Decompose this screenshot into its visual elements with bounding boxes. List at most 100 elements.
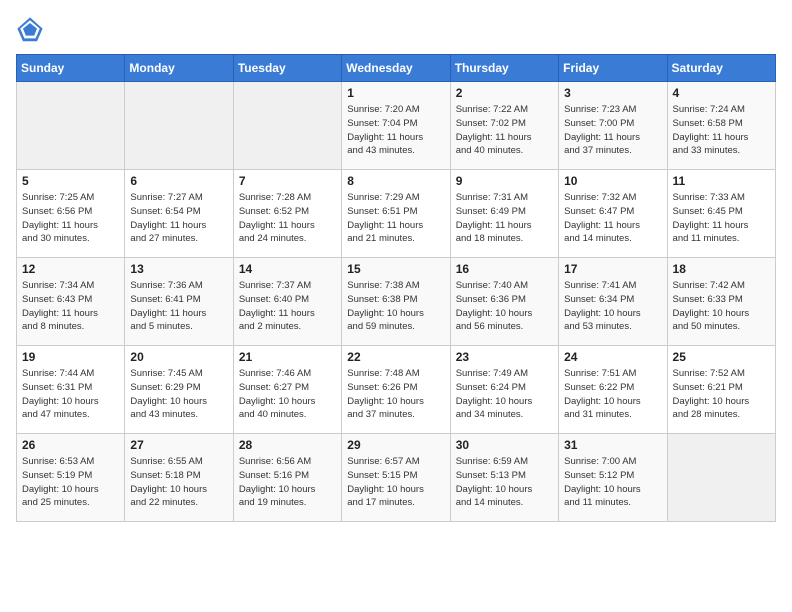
calendar-cell: [667, 434, 775, 522]
day-number: 26: [22, 438, 119, 452]
day-info: Sunrise: 7:48 AM Sunset: 6:26 PM Dayligh…: [347, 367, 444, 422]
day-number: 6: [130, 174, 227, 188]
day-number: 19: [22, 350, 119, 364]
calendar-cell: 16Sunrise: 7:40 AM Sunset: 6:36 PM Dayli…: [450, 258, 558, 346]
day-number: 2: [456, 86, 553, 100]
day-number: 3: [564, 86, 661, 100]
day-number: 29: [347, 438, 444, 452]
week-row-3: 12 Sunrise: 7:34 AM Sunset: 6:43 PM Dayli…: [17, 258, 776, 346]
day-info: Sunrise: 6:56 AM Sunset: 5:16 PM Dayligh…: [239, 455, 336, 510]
calendar-cell: [233, 82, 341, 170]
calendar-cell: 19 Sunrise: 7:44 AM Sunset: 6:31 PM Dayli…: [17, 346, 125, 434]
calendar-cell: 13 Sunrise: 7:36 AM Sunset: 6:41 PM Dayli…: [125, 258, 233, 346]
calendar-cell: 18 Sunrise: 7:42 AM Sunset: 6:33 PM Dayli…: [667, 258, 775, 346]
day-info: Sunrise: 7:38 AM Sunset: 6:38 PM Dayligh…: [347, 279, 444, 334]
day-info: Sunrise: 7:23 AM Sunset: 7:00 PM Dayligh…: [564, 103, 661, 158]
calendar-cell: [125, 82, 233, 170]
day-number: 18: [673, 262, 770, 276]
day-info: Sunrise: 6:57 AM Sunset: 5:15 PM Dayligh…: [347, 455, 444, 510]
day-info: Sunrise: 7:42 AM Sunset: 6:33 PM Dayligh…: [673, 279, 770, 334]
day-number: 30: [456, 438, 553, 452]
week-row-5: 26 Sunrise: 6:53 AM Sunset: 5:19 PM Dayli…: [17, 434, 776, 522]
calendar-cell: 11 Sunrise: 7:33 AM Sunset: 6:45 PM Dayli…: [667, 170, 775, 258]
day-number: 28: [239, 438, 336, 452]
calendar-cell: [17, 82, 125, 170]
day-number: 24: [564, 350, 661, 364]
calendar-cell: 21 Sunrise: 7:46 AM Sunset: 6:27 PM Dayli…: [233, 346, 341, 434]
day-number: 9: [456, 174, 553, 188]
calendar-cell: 15 Sunrise: 7:38 AM Sunset: 6:38 PM Dayli…: [342, 258, 450, 346]
header-row: SundayMondayTuesdayWednesdayThursdayFrid…: [17, 55, 776, 82]
calendar-cell: 31 Sunrise: 7:00 AM Sunset: 5:12 PM Dayli…: [559, 434, 667, 522]
day-info: Sunrise: 7:46 AM Sunset: 6:27 PM Dayligh…: [239, 367, 336, 422]
page-header: [16, 16, 776, 44]
day-number: 5: [22, 174, 119, 188]
day-info: Sunrise: 7:20 AM Sunset: 7:04 PM Dayligh…: [347, 103, 444, 158]
day-number: 17: [564, 262, 661, 276]
calendar-cell: 30 Sunrise: 6:59 AM Sunset: 5:13 PM Dayli…: [450, 434, 558, 522]
day-number: 4: [673, 86, 770, 100]
column-header-tuesday: Tuesday: [233, 55, 341, 82]
week-row-2: 5Sunrise: 7:25 AM Sunset: 6:56 PM Daylig…: [17, 170, 776, 258]
day-info: Sunrise: 7:22 AM Sunset: 7:02 PM Dayligh…: [456, 103, 553, 158]
calendar-cell: 3 Sunrise: 7:23 AM Sunset: 7:00 PM Daylig…: [559, 82, 667, 170]
calendar-cell: 12 Sunrise: 7:34 AM Sunset: 6:43 PM Dayli…: [17, 258, 125, 346]
day-info: Sunrise: 7:29 AM Sunset: 6:51 PM Dayligh…: [347, 191, 444, 246]
week-row-1: 1 Sunrise: 7:20 AM Sunset: 7:04 PM Daylig…: [17, 82, 776, 170]
day-number: 31: [564, 438, 661, 452]
day-info: Sunrise: 6:53 AM Sunset: 5:19 PM Dayligh…: [22, 455, 119, 510]
day-info: Sunrise: 7:41 AM Sunset: 6:34 PM Dayligh…: [564, 279, 661, 334]
calendar-cell: 20Sunrise: 7:45 AM Sunset: 6:29 PM Dayli…: [125, 346, 233, 434]
calendar-cell: 29 Sunrise: 6:57 AM Sunset: 5:15 PM Dayli…: [342, 434, 450, 522]
week-row-4: 19 Sunrise: 7:44 AM Sunset: 6:31 PM Dayli…: [17, 346, 776, 434]
day-number: 14: [239, 262, 336, 276]
day-number: 10: [564, 174, 661, 188]
day-info: Sunrise: 7:37 AM Sunset: 6:40 PM Dayligh…: [239, 279, 336, 334]
day-number: 27: [130, 438, 227, 452]
calendar-cell: 25 Sunrise: 7:52 AM Sunset: 6:21 PM Dayli…: [667, 346, 775, 434]
day-number: 11: [673, 174, 770, 188]
calendar-cell: 28 Sunrise: 6:56 AM Sunset: 5:16 PM Dayli…: [233, 434, 341, 522]
day-info: Sunrise: 7:31 AM Sunset: 6:49 PM Dayligh…: [456, 191, 553, 246]
day-info: Sunrise: 7:36 AM Sunset: 6:41 PM Dayligh…: [130, 279, 227, 334]
day-number: 16: [456, 262, 553, 276]
day-number: 1: [347, 86, 444, 100]
calendar-cell: 26 Sunrise: 6:53 AM Sunset: 5:19 PM Dayli…: [17, 434, 125, 522]
calendar-cell: 23 Sunrise: 7:49 AM Sunset: 6:24 PM Dayli…: [450, 346, 558, 434]
day-info: Sunrise: 6:55 AM Sunset: 5:18 PM Dayligh…: [130, 455, 227, 510]
calendar-cell: 22 Sunrise: 7:48 AM Sunset: 6:26 PM Dayli…: [342, 346, 450, 434]
day-info: Sunrise: 7:27 AM Sunset: 6:54 PM Dayligh…: [130, 191, 227, 246]
day-number: 13: [130, 262, 227, 276]
day-info: Sunrise: 7:28 AM Sunset: 6:52 PM Dayligh…: [239, 191, 336, 246]
day-number: 12: [22, 262, 119, 276]
day-number: 15: [347, 262, 444, 276]
calendar-table: SundayMondayTuesdayWednesdayThursdayFrid…: [16, 54, 776, 522]
column-header-thursday: Thursday: [450, 55, 558, 82]
day-number: 21: [239, 350, 336, 364]
calendar-cell: 17 Sunrise: 7:41 AM Sunset: 6:34 PM Dayli…: [559, 258, 667, 346]
day-info: Sunrise: 7:00 AM Sunset: 5:12 PM Dayligh…: [564, 455, 661, 510]
day-info: Sunrise: 7:44 AM Sunset: 6:31 PM Dayligh…: [22, 367, 119, 422]
day-info: Sunrise: 7:52 AM Sunset: 6:21 PM Dayligh…: [673, 367, 770, 422]
column-header-saturday: Saturday: [667, 55, 775, 82]
day-number: 7: [239, 174, 336, 188]
logo-icon: [16, 16, 44, 44]
calendar-cell: 7 Sunrise: 7:28 AM Sunset: 6:52 PM Daylig…: [233, 170, 341, 258]
day-info: Sunrise: 7:24 AM Sunset: 6:58 PM Dayligh…: [673, 103, 770, 158]
calendar-cell: 5Sunrise: 7:25 AM Sunset: 6:56 PM Daylig…: [17, 170, 125, 258]
day-info: Sunrise: 7:33 AM Sunset: 6:45 PM Dayligh…: [673, 191, 770, 246]
day-number: 25: [673, 350, 770, 364]
column-header-sunday: Sunday: [17, 55, 125, 82]
day-number: 22: [347, 350, 444, 364]
calendar-cell: 2 Sunrise: 7:22 AM Sunset: 7:02 PM Daylig…: [450, 82, 558, 170]
day-number: 20: [130, 350, 227, 364]
calendar-cell: 24 Sunrise: 7:51 AM Sunset: 6:22 PM Dayli…: [559, 346, 667, 434]
day-info: Sunrise: 7:34 AM Sunset: 6:43 PM Dayligh…: [22, 279, 119, 334]
day-info: Sunrise: 7:51 AM Sunset: 6:22 PM Dayligh…: [564, 367, 661, 422]
day-number: 8: [347, 174, 444, 188]
day-number: 23: [456, 350, 553, 364]
day-info: Sunrise: 6:59 AM Sunset: 5:13 PM Dayligh…: [456, 455, 553, 510]
day-info: Sunrise: 7:49 AM Sunset: 6:24 PM Dayligh…: [456, 367, 553, 422]
column-header-monday: Monday: [125, 55, 233, 82]
calendar-cell: 8 Sunrise: 7:29 AM Sunset: 6:51 PM Daylig…: [342, 170, 450, 258]
